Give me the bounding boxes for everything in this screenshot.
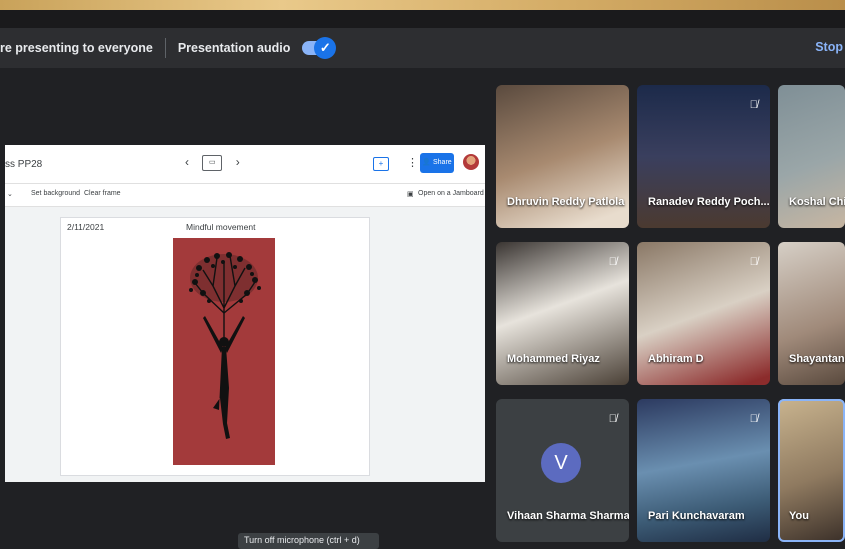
presenting-status-text: re presenting to everyone [0,41,153,55]
presentation-bar: re presenting to everyone Presentation a… [0,28,845,68]
mic-off-icon: 🎙̸ [749,99,758,111]
participant-name: Koshal Chit [789,196,845,208]
presentation-audio-toggle[interactable]: ✓ [302,37,337,59]
share-button[interactable]: 👤 Share [420,153,454,173]
participant-tile[interactable]: 🎙̸ Ranadev Reddy Poch... [637,85,770,228]
share-label: Share [432,159,452,166]
participant-tile[interactable]: Koshal Chit [778,85,845,228]
add-icon[interactable]: + [373,157,389,171]
mic-off-icon: 🎙̸ [749,413,758,425]
slide-canvas: 2/11/2021 Mindful movement [60,217,370,476]
slide-navigation: ‹ ▭ › [185,155,240,171]
participant-name: Shayantani [789,353,845,365]
presentation-audio-label: Presentation audio [177,41,291,55]
clear-frame-button[interactable]: Clear frame [84,190,121,197]
participant-tile[interactable]: 🎙̸ Abhiram D [637,242,770,385]
open-jamboard-link[interactable]: Open on a Jamboard [418,190,484,197]
participant-name: Mohammed Riyaz [507,353,600,365]
participant-name: Pari Kunchavaram [648,510,745,522]
divider [164,38,166,58]
participant-name: Vihaan Sharma Sharma [507,510,629,522]
check-icon: ✓ [314,37,337,59]
participant-name: Abhiram D [648,353,704,365]
slides-toolbar: ⌄ Set background Clear frame ▣ Open on a… [5,183,485,207]
document-title: ss PP28 [5,159,43,170]
tree-pose-image [173,238,275,465]
participant-name: Dhruvin Reddy Patlola [507,196,625,208]
participant-tile-self[interactable]: You [778,399,845,542]
participant-tile[interactable]: Dhruvin Reddy Patlola [496,85,629,228]
person-icon: 👤 [422,159,432,166]
chevron-down-icon[interactable]: ⌄ [7,190,13,198]
window-top-bar [0,10,845,28]
mic-off-icon: 🎙̸ [608,256,617,268]
window-top-strip [0,0,845,10]
set-background-button[interactable]: Set background [31,190,80,197]
more-options-icon[interactable]: ⋮ [407,156,418,169]
slide-grid-icon[interactable]: ▭ [202,155,223,171]
participant-tile[interactable]: Shayantani [778,242,845,385]
slides-header: ss PP28 ‹ ▭ › + ⋮ 👤 Share [5,145,485,183]
participant-avatar: V [541,443,581,483]
mic-off-icon: 🎙̸ [608,413,617,425]
stop-presenting-button[interactable]: Stop [815,40,843,54]
participant-tile[interactable]: 🎙̸ V Vihaan Sharma Sharma [496,399,629,542]
microphone-tooltip: Turn off microphone (ctrl + d) [238,533,379,549]
slide-date: 2/11/2021 [67,222,105,232]
mic-off-icon: 🎙̸ [749,256,758,268]
slide-title: Mindful movement [186,222,256,232]
account-avatar[interactable] [463,154,479,170]
participant-tile[interactable]: 🎙̸ Pari Kunchavaram [637,399,770,542]
participant-name: Ranadev Reddy Poch... [648,196,770,208]
next-slide-icon[interactable]: › [236,155,240,169]
shared-screen: ss PP28 ‹ ▭ › + ⋮ 👤 Share ⌄ Set backgrou… [5,145,485,482]
participant-tile[interactable]: 🎙̸ Mohammed Riyaz [496,242,629,385]
jamboard-icon: ▣ [407,191,414,198]
participant-name: You [789,510,809,522]
previous-slide-icon[interactable]: ‹ [185,155,189,169]
